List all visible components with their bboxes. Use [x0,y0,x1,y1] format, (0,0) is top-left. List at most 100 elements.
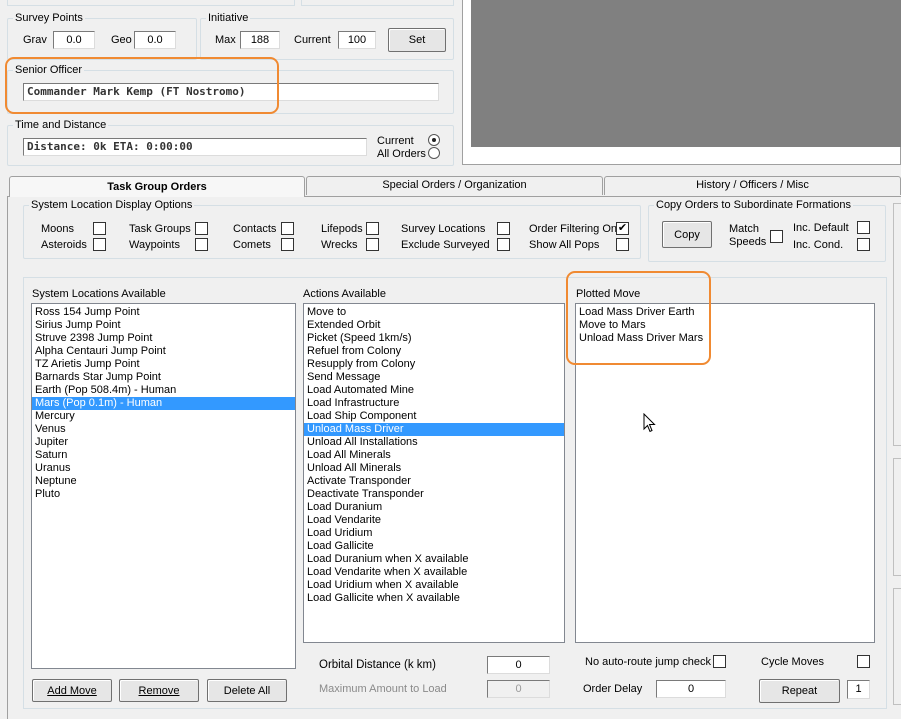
opt-asteroids-label: Asteroids [41,239,87,251]
action-item[interactable]: Load Duranium when X available [304,553,564,566]
system-location-item[interactable]: Mercury [32,410,295,423]
opt-contacts-label: Contacts [233,223,277,235]
system-locations-title: System Locations Available [32,288,166,300]
system-location-item[interactable]: Barnards Star Jump Point [32,371,295,384]
opt-waypoints-checkbox[interactable] [195,238,208,251]
opt-exclude-surveyed-label: Exclude Surveyed [401,239,490,251]
opt-show-all-pops-checkbox[interactable] [616,238,629,251]
repeat-count-field[interactable]: 1 [847,680,870,699]
opt-contacts-checkbox[interactable] [281,222,294,235]
action-item[interactable]: Send Message [304,371,564,384]
system-location-item[interactable]: Ross 154 Jump Point [32,306,295,319]
opt-order-filtering-checkbox[interactable]: ✔ [616,222,629,235]
action-item[interactable]: Load Infrastructure [304,397,564,410]
cycle-moves-checkbox[interactable] [857,655,870,668]
match-speeds-label: Match Speeds [729,223,767,248]
opt-lifepods-checkbox[interactable] [366,222,379,235]
opt-wrecks-checkbox[interactable] [366,238,379,251]
system-location-item[interactable]: Alpha Centauri Jump Point [32,345,295,358]
system-locations-list[interactable]: Ross 154 Jump Point Sirius Jump Point Stru… [31,303,296,669]
tab-content: System Location Display Options Moons As… [0,0,901,717]
action-item[interactable]: Load Vendarite when X available [304,566,564,579]
opt-moons-checkbox[interactable] [93,222,106,235]
opt-task-groups-checkbox[interactable] [195,222,208,235]
display-options-title: System Location Display Options [31,199,193,211]
opt-wrecks-label: Wrecks [321,239,358,251]
action-item[interactable]: Load Vendarite [304,514,564,527]
inc-default-checkbox[interactable] [857,221,870,234]
system-location-item[interactable]: Struve 2398 Jump Point [32,332,295,345]
system-location-item[interactable]: Neptune [32,475,295,488]
match-speeds-checkbox[interactable] [770,230,783,243]
plotted-move-item[interactable]: Move to Mars [576,319,874,332]
system-location-item[interactable]: Earth (Pop 508.4m) - Human [32,384,295,397]
add-move-label: Add Move [47,684,97,697]
action-item[interactable]: Unload Mass Driver [304,423,564,436]
action-item[interactable]: Activate Transponder [304,475,564,488]
no-auto-route-label: No auto-route jump check [585,656,711,668]
action-item[interactable]: Deactivate Transponder [304,488,564,501]
opt-exclude-surveyed-checkbox[interactable] [497,238,510,251]
orbital-distance-field[interactable]: 0 [487,656,550,674]
copy-orders-button[interactable]: Copy [662,221,712,248]
no-auto-route-checkbox[interactable] [713,655,726,668]
check-mark-icon: ✔ [617,222,628,234]
action-item[interactable]: Load Duranium [304,501,564,514]
repeat-button[interactable]: Repeat [759,679,840,703]
copy-orders-title: Copy Orders to Subordinate Formations [656,199,852,211]
opt-survey-locations-checkbox[interactable] [497,222,510,235]
system-location-item[interactable]: Saturn [32,449,295,462]
action-item[interactable]: Unload All Minerals [304,462,564,475]
delete-all-button[interactable]: Delete All [207,679,287,702]
actions-title: Actions Available [303,288,386,300]
opt-lifepods-label: Lifepods [321,223,363,235]
inc-cond-label: Inc. Cond. [793,239,844,251]
cycle-moves-label: Cycle Moves [761,656,824,668]
orbital-distance-label: Orbital Distance (k km) [319,659,436,671]
plotted-move-item[interactable]: Unload Mass Driver Mars [576,332,874,345]
action-item[interactable]: Resupply from Colony [304,358,564,371]
opt-task-groups-label: Task Groups [129,223,191,235]
add-move-button[interactable]: Add Move [32,679,112,702]
plotted-move-item[interactable]: Load Mass Driver Earth [576,306,874,319]
opt-comets-label: Comets [233,239,271,251]
max-amount-label: Maximum Amount to Load [319,683,447,695]
action-item[interactable]: Refuel from Colony [304,345,564,358]
action-item[interactable]: Load Ship Component [304,410,564,423]
opt-asteroids-checkbox[interactable] [93,238,106,251]
action-item[interactable]: Move to [304,306,564,319]
remove-button[interactable]: Remove [119,679,199,702]
system-location-item[interactable]: Sirius Jump Point [32,319,295,332]
system-location-item[interactable]: Mars (Pop 0.1m) - Human [32,397,295,410]
plotted-move-title: Plotted Move [576,288,641,300]
action-item[interactable]: Load Uridium when X available [304,579,564,592]
system-location-item[interactable]: Jupiter [32,436,295,449]
system-location-item[interactable]: Pluto [32,488,295,501]
action-item[interactable]: Unload All Installations [304,436,564,449]
action-item[interactable]: Extended Orbit [304,319,564,332]
opt-waypoints-label: Waypoints [129,239,180,251]
action-item[interactable]: Load Gallicite when X available [304,592,564,605]
opt-moons-label: Moons [41,223,75,235]
plotted-move-list[interactable]: Load Mass Driver Earth Move to Mars Unload… [575,303,875,643]
actions-list[interactable]: Move to Extended Orbit Picket (Speed 1km/s… [303,303,565,643]
action-item[interactable]: Load Gallicite [304,540,564,553]
inc-default-label: Inc. Default [793,222,849,234]
action-item[interactable]: Picket (Speed 1km/s) [304,332,564,345]
order-delay-label: Order Delay [583,683,643,695]
action-item[interactable]: Load Uridium [304,527,564,540]
opt-survey-locations-label: Survey Locations [401,223,486,235]
action-item[interactable]: Load All Minerals [304,449,564,462]
inc-cond-checkbox[interactable] [857,238,870,251]
opt-order-filtering-label: Order Filtering On [529,223,618,235]
remove-label: Remove [138,684,180,697]
mouse-cursor-icon [643,413,656,433]
max-amount-field: 0 [487,680,550,698]
system-location-item[interactable]: TZ Arietis Jump Point [32,358,295,371]
system-location-item[interactable]: Venus [32,423,295,436]
action-item[interactable]: Load Automated Mine [304,384,564,397]
opt-comets-checkbox[interactable] [281,238,294,251]
order-delay-field[interactable]: 0 [656,680,726,698]
opt-show-all-pops-label: Show All Pops [529,239,600,251]
system-location-item[interactable]: Uranus [32,462,295,475]
